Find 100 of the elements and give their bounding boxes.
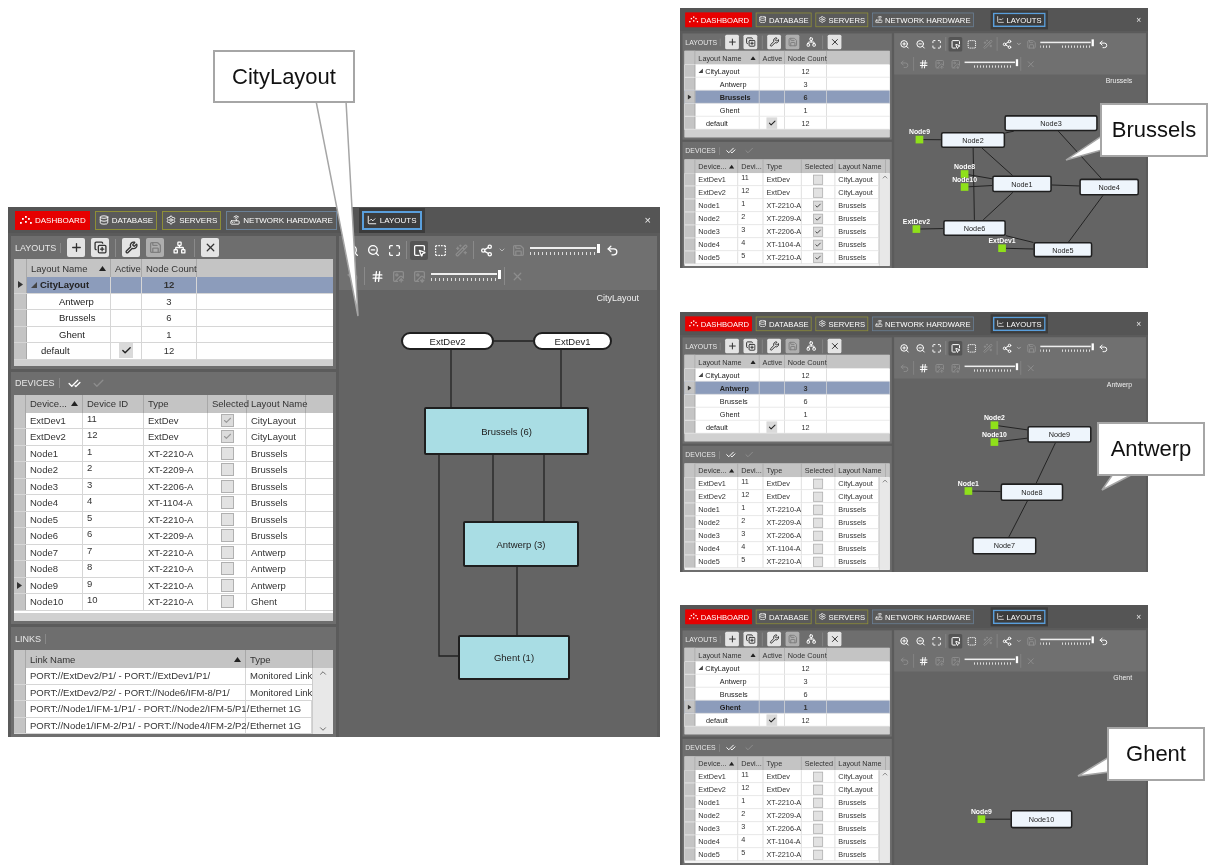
- tab[interactable]: DASHBOARD: [15, 210, 90, 230]
- checkbox[interactable]: [220, 562, 234, 576]
- column-header[interactable]: Device ID: [83, 394, 144, 413]
- port-marker[interactable]: [998, 244, 1006, 253]
- tree-row[interactable]: CityLayout 12: [14, 277, 333, 294]
- select-button[interactable]: [948, 36, 963, 52]
- select-button[interactable]: [948, 340, 963, 356]
- checkbox[interactable]: [813, 239, 824, 250]
- save-button[interactable]: [785, 338, 800, 354]
- checkbox[interactable]: [813, 784, 824, 795]
- slider-thumb[interactable]: [1091, 39, 1094, 47]
- active-checkbox[interactable]: [766, 714, 778, 726]
- scroll-up-icon[interactable]: [318, 668, 328, 678]
- tree-item[interactable]: default: [27, 343, 111, 359]
- checkbox[interactable]: [220, 578, 234, 592]
- checkbox[interactable]: [813, 530, 824, 541]
- slider-thumb[interactable]: [1015, 59, 1019, 67]
- port-marker[interactable]: [912, 225, 921, 233]
- tab[interactable]: DATABASE: [94, 210, 158, 230]
- column-header[interactable]: Selected: [208, 394, 247, 413]
- checkbox[interactable]: [813, 252, 824, 263]
- hierarchy-button[interactable]: [170, 238, 189, 257]
- select-button[interactable]: [948, 633, 963, 649]
- port-marker[interactable]: [960, 183, 969, 191]
- duplicate-button[interactable]: [743, 338, 758, 354]
- scrollbar[interactable]: [878, 477, 890, 570]
- checkbox[interactable]: [220, 595, 234, 609]
- checkbox[interactable]: [220, 496, 234, 510]
- group-node[interactable]: Antwerp (3): [463, 521, 579, 567]
- port-marker[interactable]: [977, 815, 986, 824]
- tree-item[interactable]: Ghent: [27, 326, 111, 342]
- delete-button[interactable]: [827, 338, 842, 354]
- tree-row[interactable]: default 12: [14, 343, 333, 360]
- tree-item[interactable]: Brussels: [27, 310, 111, 326]
- tab[interactable]: LAYOUTS: [361, 210, 422, 230]
- checkbox[interactable]: [813, 478, 824, 489]
- delete-button[interactable]: [827, 34, 842, 50]
- scrollbar[interactable]: [878, 173, 890, 266]
- duplicate-button[interactable]: [91, 238, 110, 257]
- checkbox[interactable]: [813, 836, 824, 847]
- delete-button[interactable]: [201, 238, 220, 257]
- duplicate-button[interactable]: [743, 34, 758, 50]
- close-button[interactable]: ×: [1134, 611, 1143, 622]
- tab[interactable]: NETWORK HARDWARE: [226, 210, 337, 230]
- checkbox[interactable]: [813, 849, 824, 860]
- checkbox[interactable]: [813, 543, 824, 554]
- scrollbar[interactable]: [878, 770, 890, 863]
- checkbox[interactable]: [813, 200, 824, 211]
- scrollbar[interactable]: [312, 668, 333, 734]
- edit-button[interactable]: [767, 338, 782, 354]
- checkbox[interactable]: [220, 413, 234, 427]
- checkbox[interactable]: [813, 491, 824, 502]
- checkbox[interactable]: [813, 823, 824, 834]
- active-checkbox[interactable]: [766, 421, 778, 433]
- tree-row[interactable]: Brussels 6: [14, 310, 333, 327]
- checkbox[interactable]: [813, 174, 824, 185]
- slider-thumb[interactable]: [1091, 636, 1094, 644]
- checkbox[interactable]: [813, 517, 824, 528]
- port-marker[interactable]: [990, 421, 999, 430]
- edit-button[interactable]: [767, 34, 782, 50]
- add-button[interactable]: [725, 338, 740, 354]
- active-checkbox[interactable]: [766, 117, 778, 129]
- group-node[interactable]: Brussels (6): [424, 407, 589, 455]
- checkbox[interactable]: [813, 556, 824, 567]
- checkbox[interactable]: [813, 226, 824, 237]
- checkbox[interactable]: [220, 463, 234, 477]
- group-node[interactable]: Ghent (1): [458, 635, 570, 680]
- close-button[interactable]: ×: [1134, 318, 1143, 329]
- checkbox[interactable]: [813, 771, 824, 782]
- checkbox[interactable]: [220, 529, 234, 543]
- checkbox[interactable]: [813, 797, 824, 808]
- close-button[interactable]: ×: [1134, 14, 1143, 25]
- slider-thumb[interactable]: [1091, 343, 1094, 351]
- port-marker[interactable]: [960, 170, 969, 178]
- delete-button[interactable]: [827, 631, 842, 647]
- select-button[interactable]: [410, 240, 428, 260]
- checkbox[interactable]: [220, 430, 234, 444]
- edit-button[interactable]: [122, 238, 141, 257]
- scroll-down-icon[interactable]: [318, 724, 328, 734]
- slider-thumb[interactable]: [597, 244, 600, 253]
- slider-thumb[interactable]: [498, 270, 501, 279]
- add-button[interactable]: [725, 34, 740, 50]
- active-checkbox[interactable]: [119, 343, 133, 359]
- save-button[interactable]: [785, 34, 800, 50]
- add-button[interactable]: [725, 631, 740, 647]
- slider-thumb[interactable]: [1015, 363, 1019, 371]
- collapse-icon[interactable]: [698, 68, 703, 74]
- checkbox[interactable]: [813, 504, 824, 515]
- port-marker[interactable]: [964, 487, 973, 495]
- tree-item[interactable]: CityLayout: [27, 277, 111, 293]
- duplicate-button[interactable]: [743, 631, 758, 647]
- save-button[interactable]: [146, 238, 165, 257]
- device-node[interactable]: ExtDev2: [401, 332, 494, 350]
- checkbox[interactable]: [813, 187, 824, 198]
- add-button[interactable]: [67, 238, 86, 257]
- checkbox[interactable]: [813, 213, 824, 224]
- tab[interactable]: SERVERS: [162, 210, 222, 230]
- edit-button[interactable]: [767, 631, 782, 647]
- column-header[interactable]: Type: [144, 394, 208, 413]
- caret-icon[interactable]: [498, 246, 506, 254]
